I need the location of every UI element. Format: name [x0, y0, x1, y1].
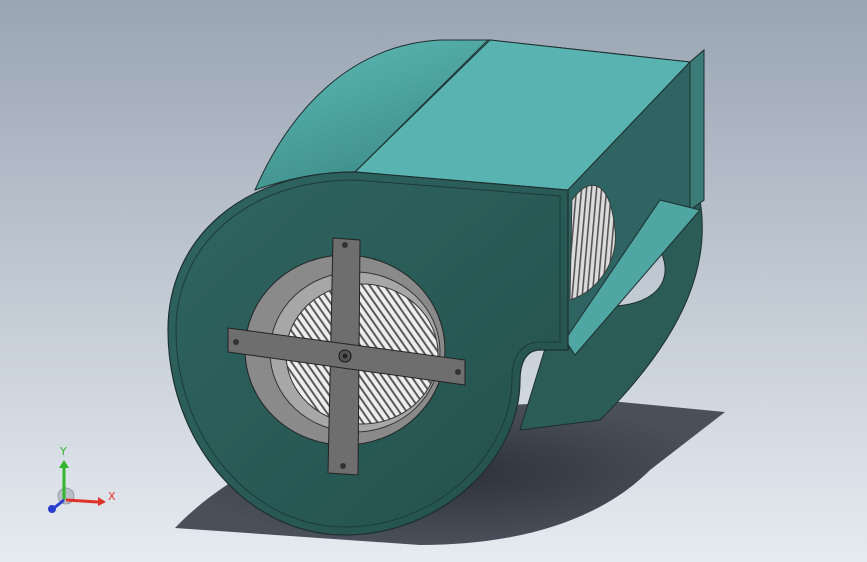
- graphics-viewport[interactable]: X Y: [0, 0, 867, 562]
- x-axis-label: X: [108, 490, 116, 503]
- z-axis-tip: [48, 505, 56, 513]
- y-axis-label: Y: [59, 445, 67, 458]
- z-axis-line: [53, 498, 65, 510]
- blower-model[interactable]: [0, 0, 867, 562]
- x-axis-line: [65, 498, 99, 504]
- y-axis-arrow: [59, 460, 69, 468]
- outlet-flange-edge: [689, 48, 705, 211]
- orientation-triad[interactable]: X Y: [38, 440, 118, 520]
- x-axis-arrow: [98, 497, 106, 506]
